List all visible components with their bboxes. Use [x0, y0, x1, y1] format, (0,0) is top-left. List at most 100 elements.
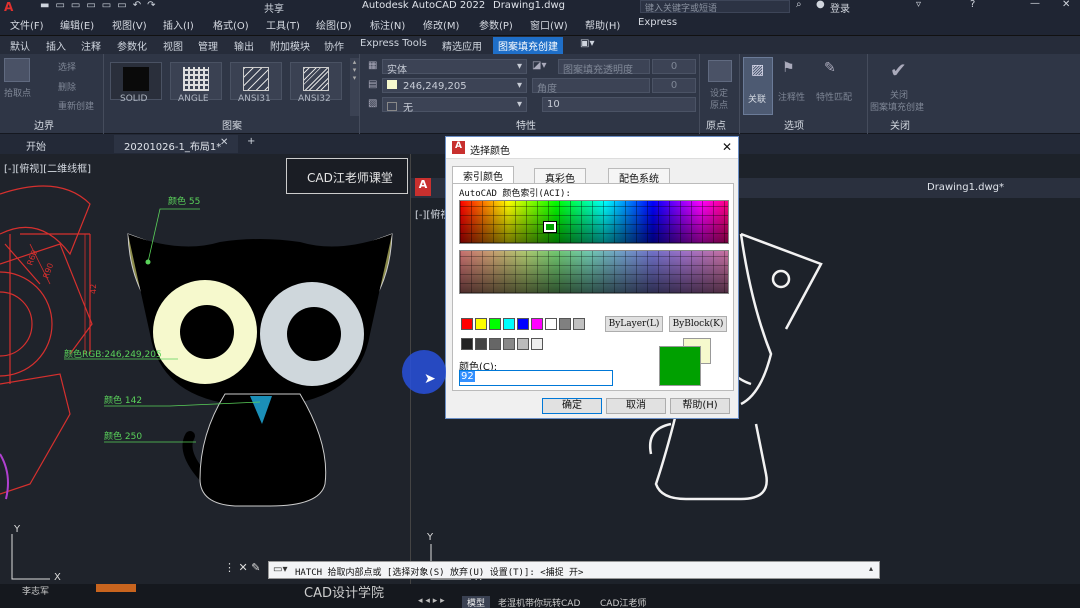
command-line-tools[interactable]: ⋮ ✕ ✎ [224, 561, 268, 579]
minimize-button[interactable]: — [1030, 0, 1040, 9]
tab-index-color[interactable]: 索引颜色 [452, 166, 514, 184]
hatch-color-select[interactable]: 246,249,205 ▾ [382, 78, 527, 93]
tab-start[interactable]: 开始 [26, 138, 46, 153]
menu-edit[interactable]: 编辑(E) [60, 17, 94, 32]
menu-window[interactable]: 窗口(W) [530, 17, 568, 32]
close-window-button[interactable]: ✕ [1062, 0, 1070, 10]
menu-view[interactable]: 视图(V) [112, 17, 147, 32]
gray-250[interactable] [461, 338, 473, 350]
search-input[interactable]: 键入关键字或短语 [640, 0, 790, 14]
tab-layout-2[interactable]: CAD江老师 [600, 596, 646, 608]
transparency-value[interactable]: 0 [652, 59, 696, 74]
set-origin-icon[interactable] [708, 60, 732, 82]
tab-default[interactable]: 默认 [10, 38, 30, 53]
menu-format[interactable]: 格式(O) [213, 17, 249, 32]
annotative-label[interactable]: 注释性 [778, 90, 805, 103]
layout-nav-icons[interactable]: ◂ ◂ ▸ ▸ [418, 596, 445, 606]
gray-253[interactable] [503, 338, 515, 350]
tab-hatch-creation[interactable]: 图案填充创建 [493, 37, 563, 54]
std-red[interactable] [461, 318, 473, 330]
gray-255[interactable] [531, 338, 543, 350]
remove-button[interactable]: 删除 [58, 80, 76, 93]
selected-color-cell[interactable] [543, 221, 557, 233]
background-color-select[interactable]: 无 ▾ [382, 97, 527, 114]
select-button[interactable]: 选择 [58, 60, 76, 73]
std-cyan[interactable] [503, 318, 515, 330]
tab-layout-file[interactable]: 20201026-1_布局1* ✕ [114, 135, 238, 153]
help-button[interactable]: 帮助(H) [670, 398, 730, 414]
tab-view[interactable]: 视图 [163, 38, 183, 53]
tab-insert[interactable]: 插入 [46, 38, 66, 53]
dialog-close-button[interactable]: ✕ [722, 140, 732, 154]
menu-express[interactable]: Express [638, 17, 677, 28]
tab-annotate[interactable]: 注释 [81, 38, 101, 53]
std-blue[interactable] [517, 318, 529, 330]
byblock-button[interactable]: ByBlock(K) [669, 316, 727, 332]
recreate-button[interactable]: 重新创建 [58, 99, 94, 112]
menu-draw[interactable]: 绘图(D) [316, 17, 352, 32]
menu-dimension[interactable]: 标注(N) [370, 17, 405, 32]
gray-254[interactable] [517, 338, 529, 350]
tab-color-books[interactable]: 配色系统 [608, 168, 670, 185]
command-expand-icon[interactable]: ▴ [869, 564, 873, 573]
menu-file[interactable]: 文件(F) [10, 17, 44, 32]
aci-palette-top[interactable] [459, 200, 729, 244]
annotative-icon[interactable]: ⚑ [782, 60, 795, 76]
gray-colors-row[interactable] [461, 338, 543, 350]
scale-field[interactable]: 10 [542, 97, 696, 112]
pick-points-button[interactable]: 拾取点 [4, 58, 34, 99]
std-magenta[interactable] [531, 318, 543, 330]
standard-colors-row[interactable] [461, 318, 585, 330]
close-hatch-label-2[interactable]: 图案填充创建 [870, 100, 924, 113]
angle-field[interactable]: 角度 [532, 78, 650, 95]
new-tab-icon[interactable]: + [247, 136, 255, 147]
tab-model[interactable]: 模型 [462, 596, 491, 608]
pattern-scroll[interactable]: ▴ ▾ ▾ [350, 58, 359, 116]
tab-addins[interactable]: 附加模块 [270, 38, 310, 53]
autocad-logo-icon[interactable]: A [4, 0, 13, 14]
panel-label-pattern[interactable]: 图案 [222, 117, 242, 132]
associative-button[interactable]: ▨ 关联 [743, 57, 773, 115]
panel-label-origin[interactable]: 原点 [706, 117, 726, 132]
std-yellow[interactable] [475, 318, 487, 330]
cancel-button[interactable]: 取消 [606, 398, 666, 414]
tab-featured-apps[interactable]: 精选应用 [442, 38, 482, 53]
hatch-type-select[interactable]: 实体 ▾ [382, 59, 527, 76]
gray-251[interactable] [475, 338, 487, 350]
share-button[interactable]: 共享 [264, 0, 284, 15]
panel-label-properties[interactable]: 特性 [516, 117, 536, 132]
tab-express-tools[interactable]: Express Tools [360, 38, 427, 49]
dialog-titlebar[interactable]: A 选择颜色 ✕ [446, 137, 738, 159]
command-line[interactable]: ▭▾ HATCH 拾取内部点或 [选择对象(S) 放弃(U) 设置(T)]: <… [268, 561, 880, 579]
login-button[interactable]: 登录 [830, 0, 850, 15]
ok-button[interactable]: 确定 [542, 398, 602, 414]
search-icon[interactable]: ⌕ [796, 0, 802, 10]
panel-label-options[interactable]: 选项 [784, 117, 804, 132]
left-viewport[interactable]: [-][俯视][二维线框] CAD江老师课堂 R60 R90 42 颜色 55 … [0, 154, 410, 584]
menu-tools[interactable]: 工具(T) [266, 17, 300, 32]
std-gray8[interactable] [559, 318, 571, 330]
menu-parametric[interactable]: 参数(P) [479, 17, 513, 32]
tab-output[interactable]: 输出 [234, 38, 254, 53]
user-icon[interactable]: ● [816, 0, 825, 10]
tab-layout-1[interactable]: 老湿机带你玩转CAD [498, 596, 580, 608]
menu-modify[interactable]: 修改(M) [423, 17, 459, 32]
std-green[interactable] [489, 318, 501, 330]
std-gray9[interactable] [573, 318, 585, 330]
close-tab-icon[interactable]: ✕ [220, 137, 228, 148]
std-white[interactable] [545, 318, 557, 330]
menu-help[interactable]: 帮助(H) [585, 17, 620, 32]
checkmark-icon[interactable]: ✔ [890, 58, 907, 82]
gray-252[interactable] [489, 338, 501, 350]
help-icon[interactable]: ? [970, 0, 975, 10]
transparency-field[interactable]: 图案填充透明度 [558, 59, 650, 76]
match-properties-icon[interactable]: ✎ [824, 60, 836, 76]
tab-collaborate[interactable]: 协作 [324, 38, 344, 53]
color-input[interactable]: 92 [459, 370, 613, 386]
quick-access-icons[interactable]: ▬▭▭▭▭▭↶↷ [40, 0, 161, 11]
match-properties-label[interactable]: 特性匹配 [816, 90, 852, 103]
tab-true-color[interactable]: 真彩色 [534, 168, 586, 185]
cart-icon[interactable]: ▿ [916, 0, 921, 10]
bylayer-button[interactable]: ByLayer(L) [605, 316, 663, 332]
aci-palette-bottom[interactable] [459, 250, 729, 294]
